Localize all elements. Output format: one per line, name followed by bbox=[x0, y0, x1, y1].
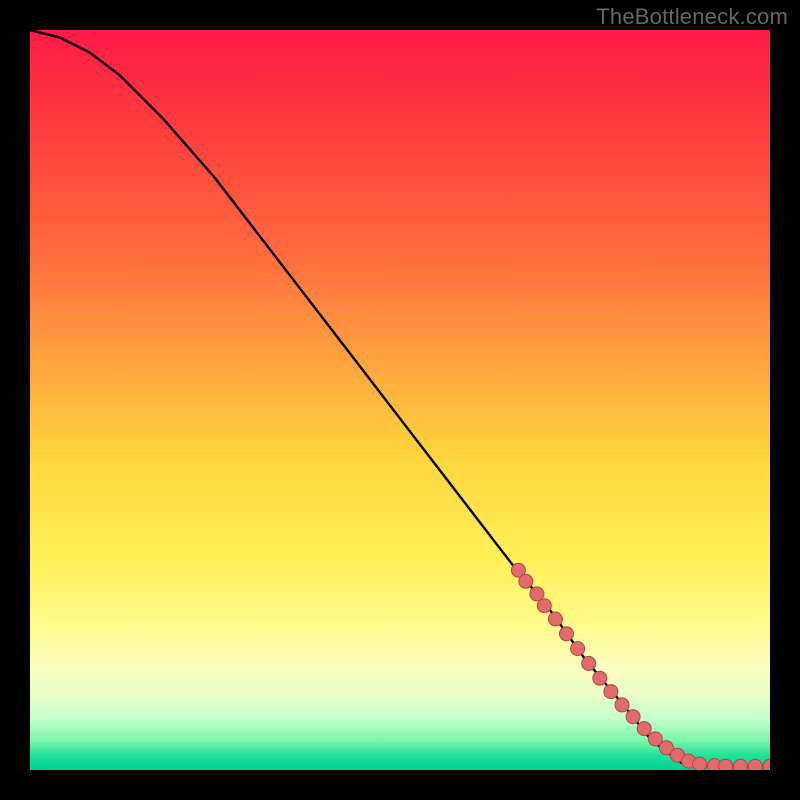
marker-point bbox=[560, 627, 574, 641]
marker-point bbox=[763, 759, 770, 770]
marker-point bbox=[582, 656, 596, 670]
marker-point bbox=[604, 685, 618, 699]
marker-point bbox=[719, 759, 733, 770]
highlighted-points bbox=[511, 563, 770, 770]
marker-point bbox=[537, 599, 551, 613]
chart-overlay-svg bbox=[30, 30, 770, 770]
bottleneck-curve bbox=[30, 30, 770, 766]
marker-point bbox=[571, 642, 585, 656]
marker-point bbox=[733, 759, 747, 770]
marker-point bbox=[693, 757, 707, 770]
marker-point bbox=[519, 574, 533, 588]
marker-point bbox=[548, 612, 562, 626]
marker-point bbox=[748, 759, 762, 770]
marker-point bbox=[637, 722, 651, 736]
marker-point bbox=[593, 671, 607, 685]
marker-point bbox=[615, 698, 629, 712]
watermark-text: TheBottleneck.com bbox=[596, 4, 788, 30]
marker-point bbox=[626, 710, 640, 724]
